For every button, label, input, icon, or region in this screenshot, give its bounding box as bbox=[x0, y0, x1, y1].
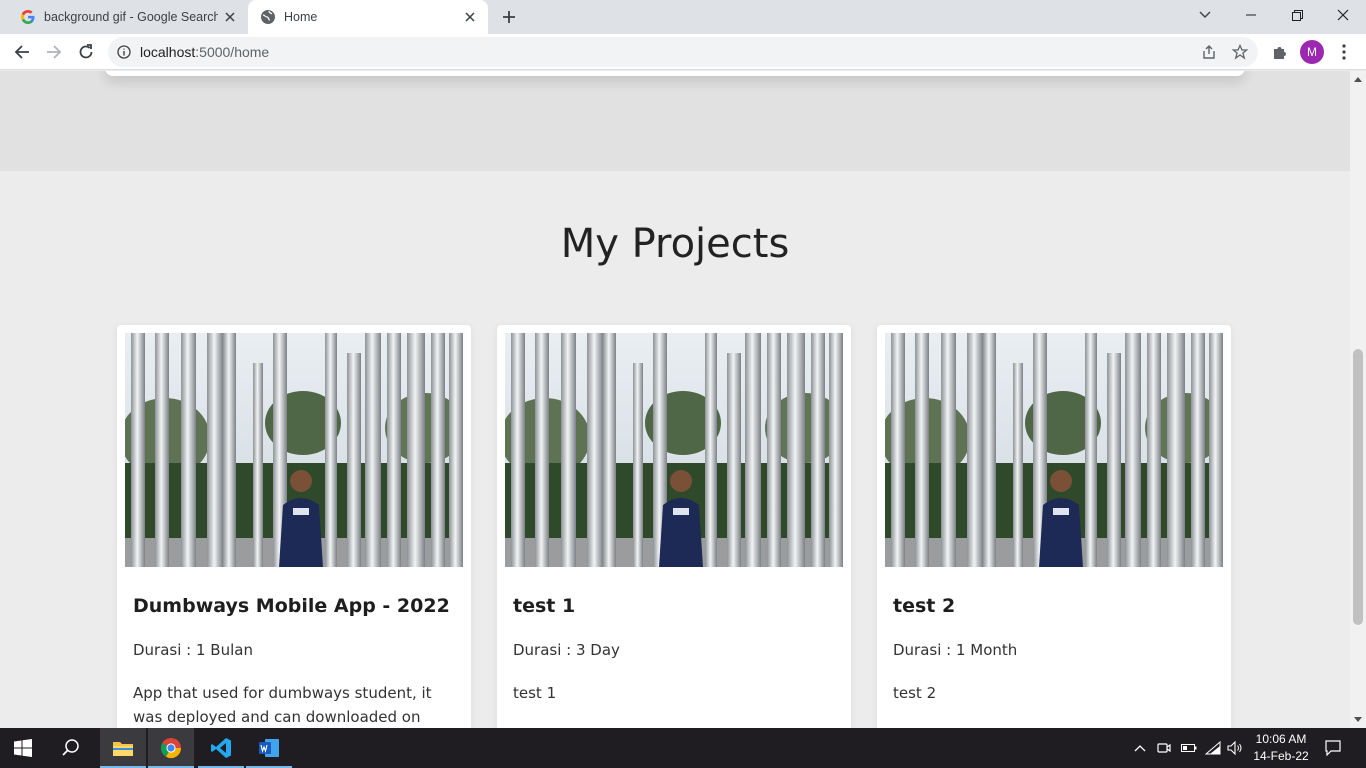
project-photo bbox=[505, 333, 843, 567]
project-card[interactable]: Dumbways Mobile App - 2022 Durasi : 1 Bu… bbox=[117, 325, 471, 728]
tab-search-chevron-icon[interactable] bbox=[1182, 0, 1228, 30]
browser-toolbar: localhost:5000/home bbox=[0, 34, 1366, 70]
project-photo bbox=[125, 333, 463, 567]
scroll-down-arrow-icon[interactable] bbox=[1350, 712, 1366, 728]
chrome-menu-icon[interactable] bbox=[1330, 38, 1358, 66]
start-icon[interactable] bbox=[0, 728, 46, 768]
back-arrow-icon[interactable] bbox=[8, 38, 36, 66]
forward-arrow-icon[interactable] bbox=[40, 38, 68, 66]
tab-title: Home bbox=[284, 10, 318, 24]
vscode-icon[interactable] bbox=[198, 728, 244, 768]
project-description: App that used for dumbways student, it w… bbox=[133, 684, 432, 726]
new-tab-button[interactable] bbox=[497, 5, 521, 29]
project-duration: Durasi : 1 Bulan bbox=[133, 641, 253, 659]
search-icon[interactable] bbox=[48, 728, 94, 768]
project-duration: Durasi : 3 Day bbox=[513, 641, 620, 659]
meet-now-icon[interactable] bbox=[1154, 728, 1174, 768]
close-window-icon[interactable] bbox=[1320, 0, 1366, 30]
chrome-icon[interactable] bbox=[148, 728, 194, 768]
battery-icon[interactable] bbox=[1178, 728, 1200, 768]
project-title[interactable]: test 1 bbox=[513, 595, 575, 617]
browser-tab-strip: background gif - Google Search Home bbox=[0, 0, 1366, 34]
scroll-up-arrow-icon[interactable] bbox=[1350, 71, 1366, 87]
clock-time: 10:06 AM bbox=[1255, 732, 1307, 746]
page-viewport: My Projects Dumbways Mobile App - 2022 D… bbox=[0, 71, 1350, 728]
project-card[interactable]: test 2 Durasi : 1 Month test 2 bbox=[877, 325, 1231, 728]
extensions-puzzle-icon[interactable] bbox=[1266, 38, 1294, 66]
project-description: test 1 bbox=[513, 684, 557, 702]
project-description: test 2 bbox=[893, 684, 937, 702]
project-duration: Durasi : 1 Month bbox=[893, 641, 1018, 659]
share-icon[interactable] bbox=[1194, 37, 1224, 67]
scrollbar-thumb[interactable] bbox=[1353, 349, 1363, 625]
close-tab-icon[interactable] bbox=[218, 5, 242, 29]
bookmark-star-icon[interactable] bbox=[1225, 37, 1255, 67]
word-icon[interactable] bbox=[246, 728, 292, 768]
hero-section bbox=[0, 71, 1350, 171]
tab-title: background gif - Google Search bbox=[44, 10, 218, 24]
clock-date: 14-Feb-22 bbox=[1253, 749, 1309, 763]
chevron-up-icon[interactable] bbox=[1130, 728, 1150, 768]
wifi-icon[interactable] bbox=[1202, 728, 1224, 768]
google-icon bbox=[20, 9, 36, 25]
project-card[interactable]: test 1 Durasi : 3 Day test 1 bbox=[497, 325, 851, 728]
profile-avatar[interactable]: M bbox=[1300, 40, 1324, 64]
project-title[interactable]: Dumbways Mobile App - 2022 bbox=[133, 595, 450, 617]
minimize-icon[interactable] bbox=[1228, 0, 1274, 30]
project-photo bbox=[885, 333, 1223, 567]
volume-icon[interactable] bbox=[1224, 728, 1246, 768]
close-tab-icon[interactable] bbox=[458, 5, 482, 29]
site-info-icon[interactable] bbox=[108, 45, 140, 59]
url-text: localhost:5000/home bbox=[140, 44, 270, 60]
hero-card bbox=[105, 71, 1245, 76]
address-bar[interactable]: localhost:5000/home bbox=[108, 37, 1258, 67]
page-scrollbar[interactable] bbox=[1350, 71, 1366, 728]
notification-icon[interactable] bbox=[1320, 728, 1346, 768]
tab-home[interactable]: Home bbox=[248, 0, 488, 34]
project-title[interactable]: test 2 bbox=[893, 595, 955, 617]
section-title: My Projects bbox=[560, 221, 790, 267]
windows-taskbar: 10:06 AM 14-Feb-22 bbox=[0, 728, 1366, 768]
system-clock[interactable]: 10:06 AM 14-Feb-22 bbox=[1246, 731, 1316, 765]
reload-icon[interactable] bbox=[72, 38, 100, 66]
restore-icon[interactable] bbox=[1274, 0, 1320, 30]
globe-icon bbox=[260, 9, 276, 25]
file-explorer-icon[interactable] bbox=[100, 728, 146, 768]
tab-google-search[interactable]: background gif - Google Search bbox=[8, 0, 248, 34]
